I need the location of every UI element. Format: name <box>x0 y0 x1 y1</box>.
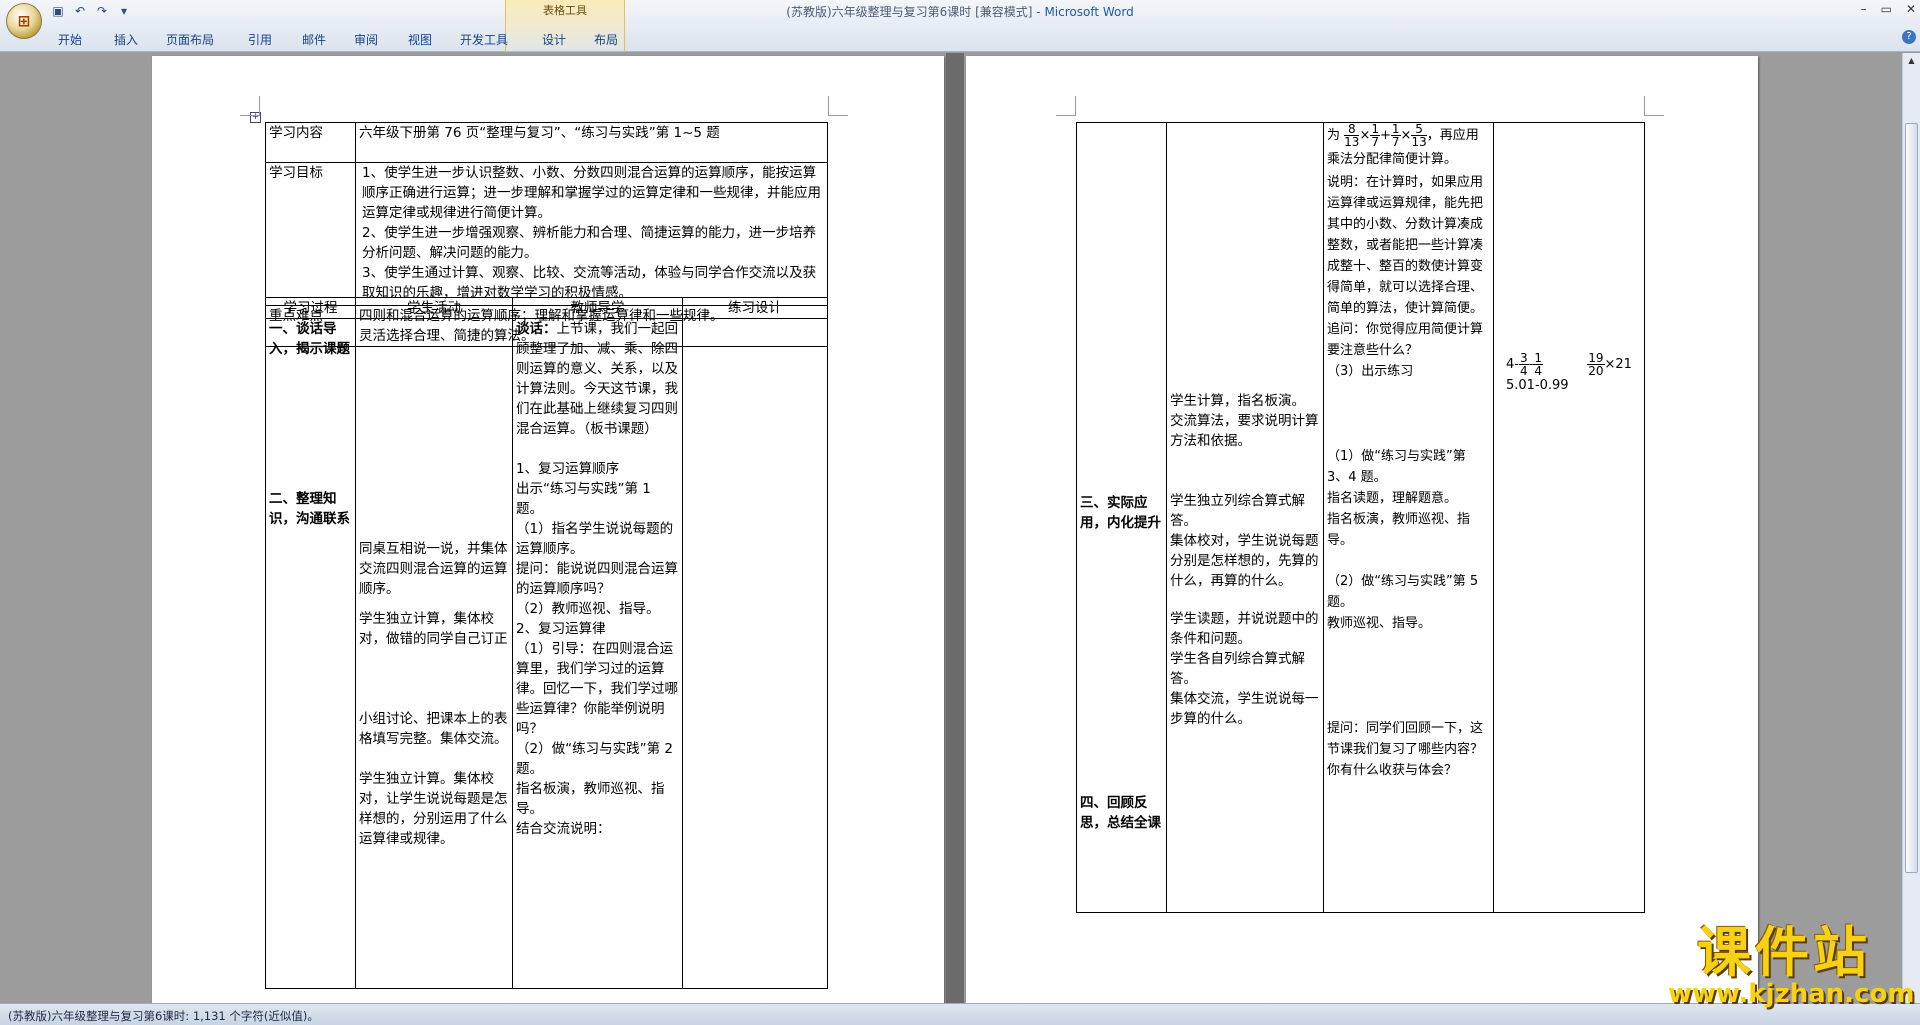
teacher-guide-e: 提问：同学们回顾一下，这节课我们复习了哪些内容？你有什么收获与体会？ <box>1327 721 1484 778</box>
header-student: 学生活动 <box>355 297 513 319</box>
help-icon[interactable]: ? <box>1902 30 1916 44</box>
frac-den: 4 <box>1534 364 1542 378</box>
teacher-guide-d: （2）做“练习与实践”第 5 题。 教师巡视、指导。 <box>1327 574 1479 631</box>
section-3-title: 三、实际应用，内化提升 <box>1080 495 1161 531</box>
exercise-block: 4- 3 4-1 4 19 20 ×21 5.01-0.99 <box>1506 352 1632 395</box>
tab-design[interactable]: 设计 <box>542 31 594 48</box>
talk-label: 谈话： <box>516 321 557 337</box>
tab-view[interactable]: 视图 <box>408 31 460 48</box>
practice-column-2 <box>1493 122 1645 913</box>
student-column-2: 学生计算，指名板演。 交流算法，要求说明计算方法和依据。 学生独立列综合算式解答… <box>1166 122 1324 913</box>
crop-mark <box>1644 96 1664 116</box>
student-column: 同桌互相说一说，并集体交流四则混合运算的运算顺序。 学生独立计算，集体校对，做错… <box>355 318 513 989</box>
scroll-thumb[interactable] <box>1905 123 1918 873</box>
watermark-url: www.kjzhan.com <box>1668 979 1915 1009</box>
fraction-expression: 为 8 13 × 1 7 +1 7 × 5 13 ，再应用乘法分配律简便计算。 <box>1327 124 1490 173</box>
scroll-up-icon[interactable]: ▲ <box>1905 55 1918 67</box>
header-teacher: 教师导学 <box>512 297 683 319</box>
ex-part: 4- <box>1506 357 1519 372</box>
student-activity-d: 学生独立计算。集体校对，让学生说说每题是怎样想的，分别运用了什么运算律或规律。 <box>359 771 508 847</box>
page-2: 三、实际应用，内化提升 四、回顾反思，总结全课 学生计算，指名板演。 交流算法，… <box>966 56 1758 1003</box>
maximize-button[interactable]: ▭ <box>1881 2 1892 16</box>
tab-developer[interactable]: 开发工具 <box>460 31 542 48</box>
op-plus: + <box>1379 128 1391 143</box>
objectives-value: 1、使学生进一步认识整数、小数、分数四则混合运算的运算顺序，能按运算顺序正确进行… <box>355 162 828 306</box>
document-title: (苏教版)六年级整理与复习第6课时 [兼容模式] <box>786 5 1033 19</box>
page-gap <box>946 53 964 1003</box>
tab-page-layout[interactable]: 页面布局 <box>166 31 248 48</box>
crop-mark <box>240 96 260 116</box>
minimize-button[interactable]: – <box>1861 2 1867 16</box>
section-4-title: 四、回顾反思，总结全课 <box>1080 795 1161 831</box>
vertical-scrollbar[interactable]: ▲ ▼ <box>1902 53 1920 1003</box>
ribbon: ⊞ ▣ ↶ ↷ ▾ 表格工具 (苏教版)六年级整理与复习第6课时 [兼容模式] … <box>0 0 1920 52</box>
watermark-logo: 课件站 www.kjzhan.com <box>1668 921 1915 1009</box>
status-text: (苏教版)六年级整理与复习第6课时: 1,131 个字符(近似值)。 <box>8 1009 319 1023</box>
student-activity-c: 小组讨论、把课本上的表格填写完整。集体交流。 <box>359 711 508 747</box>
frac-den: 13 <box>1344 135 1360 149</box>
ribbon-tabs: 开始 插入 页面布局 引用 邮件 审阅 视图 开发工具 设计 布局 <box>58 31 634 48</box>
window-title: (苏教版)六年级整理与复习第6课时 [兼容模式] - Microsoft Wor… <box>0 3 1920 20</box>
status-bar: (苏教版)六年级整理与复习第6课时: 1,131 个字符(近似值)。 <box>0 1003 1920 1025</box>
close-button[interactable]: ✕ <box>1906 2 1916 16</box>
op-times: × <box>1359 128 1371 143</box>
fraction-5-13: 5 13 <box>1411 124 1427 149</box>
teacher-column-2: 为 8 13 × 1 7 +1 7 × 5 13 ，再应用乘法分配律简便计算。 说明：在计算时，如果… <box>1323 122 1494 913</box>
frac-den: 4 <box>1519 364 1528 378</box>
fraction-3-4: 34 <box>1518 352 1529 378</box>
objective-2: 2、使学生进一步增强观察、辨析能力和合理、简捷运算的能力，进一步培养分析问题、解… <box>362 225 817 261</box>
header-process: 学习过程 <box>265 297 356 319</box>
student-activity-a: 同桌互相说一说，并集体交流四则混合运算的运算顺序。 <box>359 541 508 597</box>
frac-den: 7 <box>1391 135 1400 149</box>
fraction-1-7b: 17 <box>1390 124 1401 149</box>
frac-den: 20 <box>1588 364 1604 378</box>
frac-den: 13 <box>1411 135 1427 149</box>
tab-review[interactable]: 审阅 <box>354 31 408 48</box>
crop-mark <box>1056 96 1076 116</box>
tab-mailings[interactable]: 邮件 <box>302 31 354 48</box>
fraction-1-4: 14 <box>1533 352 1543 377</box>
process-column: 一、谈话导入，揭示课题 二、整理知识，沟通联系 <box>265 318 356 989</box>
content-value: 六年级下册第 76 页“整理与复习”、“练习与实践”第 1~5 题 <box>355 122 828 163</box>
title-separator: - <box>1036 5 1041 19</box>
exercise-line-2: 5.01-0.99 <box>1506 378 1569 393</box>
exercise-line-1: 4- 3 4-1 4 19 20 ×21 <box>1506 352 1632 377</box>
frac-den: 7 <box>1371 135 1379 149</box>
objectives-label: 学习目标 <box>265 162 356 306</box>
process-table: 学习过程 学生活动 教师导学 练习设计 一、谈话导入，揭示课题 二、整理知识，沟… <box>265 297 828 989</box>
header-practice: 练习设计 <box>682 297 828 319</box>
student-activity-b: 学生独立计算，集体校对，做错的同学自己订正 <box>359 611 508 647</box>
student-activity-g: 学生读题，并说说题中的条件和问题。 学生各自列综合算式解答。 集体交流，学生说说… <box>1170 611 1319 727</box>
content-label: 学习内容 <box>265 122 356 163</box>
document-area: + 学习内容 六年级下册第 76 页“整理与复习”、“练习与实践”第 1~5 题… <box>0 53 1902 1003</box>
ex-part: ×21 <box>1604 357 1632 372</box>
fraction-1-7: 17 <box>1370 124 1380 149</box>
teacher-guide-c: （1）做“练习与实践”第 3、4 题。 指名读题，理解题意。 指名板演，教师巡视… <box>1327 449 1471 548</box>
process-table-continued: 三、实际应用，内化提升 四、回顾反思，总结全课 学生计算，指名板演。 交流算法，… <box>1076 122 1645 913</box>
tab-layout[interactable]: 布局 <box>594 31 634 48</box>
section-1-title: 一、谈话导入，揭示课题 <box>269 321 350 357</box>
page-1: + 学习内容 六年级下册第 76 页“整理与复习”、“练习与实践”第 1~5 题… <box>152 56 944 1003</box>
student-activity-f: 学生独立列综合算式解答。 集体校对，学生说说每题分别是怎样想的，先算的什么，再算… <box>1170 493 1319 589</box>
objective-1: 1、使学生进一步认识整数、小数、分数四则混合运算的运算顺序，能按运算顺序正确进行… <box>362 165 821 221</box>
window-controls: – ▭ ✕ <box>1861 2 1916 16</box>
practice-column <box>682 318 828 989</box>
op-times: × <box>1400 128 1412 143</box>
expr-prefix: 为 <box>1327 128 1341 143</box>
fraction-19-20: 19 20 <box>1587 352 1605 378</box>
tab-home[interactable]: 开始 <box>58 31 114 48</box>
process-column-2: 三、实际应用，内化提升 四、回顾反思，总结全课 <box>1076 122 1167 913</box>
watermark-title: 课件站 <box>1697 921 1871 984</box>
section-2-title: 二、整理知识，沟通联系 <box>269 491 350 527</box>
crop-mark <box>828 96 848 116</box>
tab-insert[interactable]: 插入 <box>114 31 166 48</box>
fraction-8-13: 8 13 <box>1344 124 1360 149</box>
app-name: Microsoft Word <box>1044 5 1134 19</box>
tab-references[interactable]: 引用 <box>248 31 302 48</box>
teacher-guide-b: 1、复习运算顺序 出示“练习与实践”第 1 题。 （1）指名学生说说每题的运算顺… <box>516 461 678 837</box>
student-activity-e: 学生计算，指名板演。 交流算法，要求说明计算方法和依据。 <box>1170 393 1319 449</box>
teacher-note: 说明：在计算时，如果应用运算律或运算规律，能先把其中的小数、分数计算凑成整数，或… <box>1327 175 1484 379</box>
teacher-column: 谈话：上节课，我们一起回顾整理了加、减、乘、除四则运算的意义、关系，以及计算法则… <box>512 318 683 989</box>
teacher-guide-a: 上节课，我们一起回顾整理了加、减、乘、除四则运算的意义、关系，以及计算法则。今天… <box>516 321 678 437</box>
